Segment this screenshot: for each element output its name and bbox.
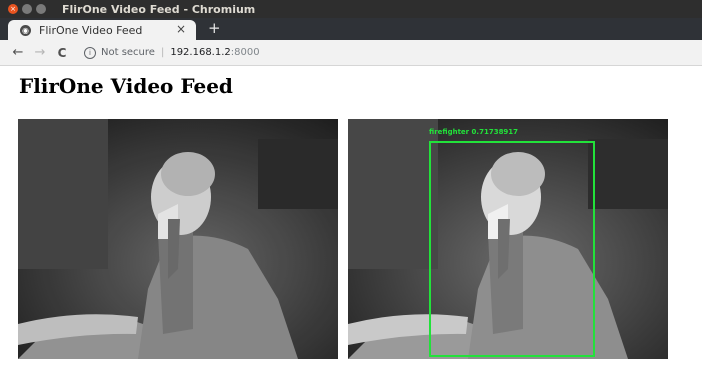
address-bar[interactable]: i Not secure | 192.168.1.2:8000 — [84, 46, 260, 59]
url-separator: | — [160, 47, 165, 58]
tab-close-icon[interactable]: × — [176, 22, 186, 36]
window-title: FlirOne Video Feed - Chromium — [62, 2, 256, 16]
tab-strip: ◉ FlirOne Video Feed × + — [0, 18, 702, 40]
security-status: Not secure — [101, 47, 155, 58]
globe-favicon-icon: ◉ — [20, 24, 31, 36]
window-titlebar: × FlirOne Video Feed - Chromium — [0, 0, 702, 18]
window-close-icon[interactable]: × — [8, 4, 18, 14]
raw-thermal-feed — [18, 119, 338, 359]
info-icon[interactable]: i — [84, 46, 96, 59]
window-controls: × — [8, 4, 46, 14]
window-minimize-icon[interactable] — [22, 4, 32, 14]
tab-label: FlirOne Video Feed — [39, 23, 143, 37]
thermal-image-raw — [18, 119, 338, 359]
back-arrow-icon[interactable]: ← — [8, 45, 28, 60]
detection-label: firefighter 0.71738917 — [429, 128, 519, 136]
forward-arrow-icon[interactable]: → — [30, 45, 50, 60]
url-port: :8000 — [230, 47, 260, 58]
page-heading: FlirOne Video Feed — [19, 74, 233, 98]
window-maximize-icon[interactable] — [36, 4, 46, 14]
detection-bounding-box — [429, 141, 595, 357]
new-tab-button[interactable]: + — [208, 19, 221, 37]
browser-tab[interactable]: ◉ FlirOne Video Feed × — [8, 20, 196, 40]
url-host: 192.168.1.2 — [170, 47, 231, 58]
detection-thermal-feed: firefighter 0.71738917 — [348, 119, 668, 359]
reload-icon[interactable]: C — [52, 46, 72, 60]
browser-toolbar: ← → C i Not secure | 192.168.1.2:8000 — [0, 40, 702, 66]
